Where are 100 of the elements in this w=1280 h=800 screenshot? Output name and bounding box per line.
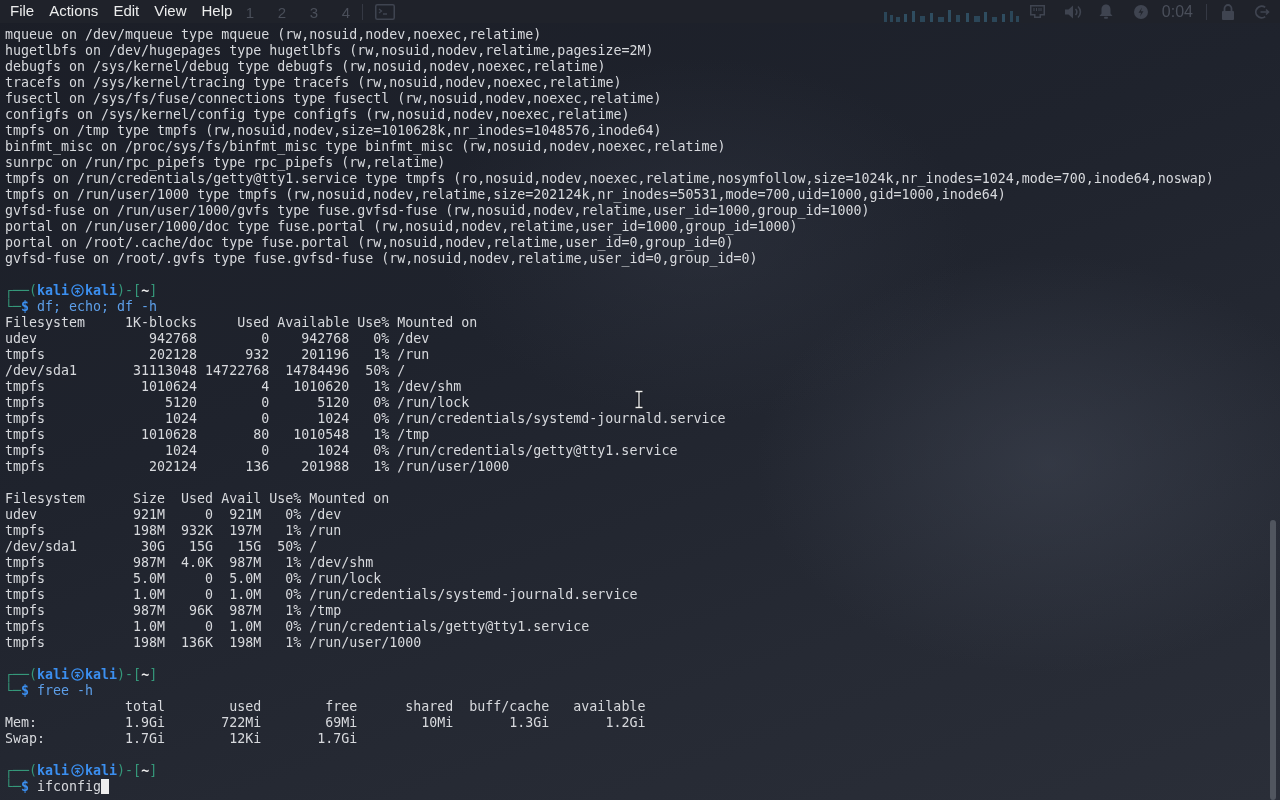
table-cell: 96K: [189, 603, 214, 618]
output-line: tmpfs on /run/credentials/getty@tty1.service type tmpfs (ro,nosuid,nodev,noexec,relatime,nosymfollow,size=1024k,nr_inodes=1024,mode=700,inode64,noswap): [5, 171, 1214, 187]
table-cell: 0%: [373, 411, 390, 426]
table-cell: 1.7Gi: [317, 731, 358, 746]
column-header: shared: [405, 699, 454, 714]
output-line: tracefs on /sys/kernel/tracing type tracefs (rw,nosuid,nodev,noexec,relatime): [5, 75, 622, 91]
table-cell: 80: [253, 427, 270, 442]
table-cell: tmpfs: [5, 523, 46, 538]
prompt-frame: ]: [149, 283, 158, 298]
table-cell: 1%: [373, 379, 390, 394]
table-cell: /dev/sda1: [5, 539, 78, 554]
text-cursor-icon: [634, 390, 644, 409]
table-cell: udev: [5, 507, 38, 522]
table-cell: /run/lock: [309, 571, 382, 586]
table-cell: 5.0M: [133, 571, 166, 586]
terminal-icon[interactable]: [375, 3, 395, 20]
menu-item[interactable]: Help: [193, 2, 240, 20]
bell-icon[interactable]: [1098, 4, 1113, 19]
table-cell: /run/credentials/getty@tty1.service: [309, 619, 590, 634]
table-cell: tmpfs: [5, 443, 46, 458]
table-cell: 1%: [285, 523, 302, 538]
volume-icon[interactable]: [1064, 4, 1082, 19]
table-cell: 1%: [373, 459, 390, 474]
table-cell: 1%: [373, 347, 390, 362]
circled-symbol-icon: [70, 764, 84, 777]
table-cell: 15G: [237, 539, 262, 554]
table-cell: tmpfs: [5, 459, 46, 474]
menu-item[interactable]: File: [2, 2, 42, 20]
table-cell: tmpfs: [5, 587, 46, 602]
table-cell: /run/user/1000: [397, 459, 510, 474]
network-icon[interactable]: [1029, 5, 1045, 18]
output-line: configfs on /sys/kernel/config type configfs (rw,nosuid,nodev,noexec,relatime): [5, 107, 630, 123]
table-cell: 1.3Gi: [509, 715, 550, 730]
lock-icon[interactable]: [1221, 3, 1235, 20]
prompt-frame: └─: [5, 779, 21, 794]
table-cell: 0: [205, 571, 214, 586]
table-cell: /run/user/1000: [309, 635, 422, 650]
table-cell: 14784496: [285, 363, 350, 378]
column-header: Used: [181, 491, 214, 506]
column-header: Use%: [269, 491, 302, 506]
table-cell: 198M: [133, 635, 166, 650]
prompt-sign: $: [21, 299, 30, 314]
prompt-frame: ]: [149, 667, 158, 682]
table-cell: 1.0M: [229, 619, 262, 634]
table-cell: 1.0M: [133, 587, 166, 602]
table-cell: 1024: [165, 443, 198, 458]
column-header: Use%: [357, 315, 390, 330]
output-line: gvfsd-fuse on /run/user/1000/gvfs type fuse.gvfsd-fuse (rw,nosuid,nodev,relatime,user_id=1000,group_id=1000): [5, 203, 870, 219]
output-line: sunrpc on /run/rpc_pipefs type rpc_pipefs (rw,relatime): [5, 155, 446, 171]
table-cell: 0: [205, 507, 214, 522]
table-cell: 1024: [165, 411, 198, 426]
table-cell: /: [309, 539, 318, 554]
prompt-host: kali: [85, 763, 118, 778]
column-header: Available: [277, 315, 350, 330]
menu-item[interactable]: Actions: [41, 2, 106, 20]
scrollbar-thumb[interactable]: [1270, 520, 1276, 800]
table-cell: 987M: [229, 555, 262, 570]
table-cell: 722Mi: [221, 715, 262, 730]
column-header: Mounted on: [309, 491, 390, 506]
table-cell: /dev: [397, 331, 430, 346]
table-cell: 0: [205, 587, 214, 602]
table-cell: 932K: [181, 523, 214, 538]
logout-icon[interactable]: [1255, 4, 1270, 19]
table-cell: 1.0M: [229, 587, 262, 602]
output-line: hugetlbfs on /dev/hugepages type hugetlbfs (rw,nosuid,nodev,relatime,pagesize=2M): [5, 43, 654, 59]
table-cell: tmpfs: [5, 571, 46, 586]
circled-symbol-icon: [70, 284, 84, 297]
table-cell: 1010624: [141, 379, 198, 394]
table-cell: 14722768: [205, 363, 270, 378]
table-cell: 12Ki: [229, 731, 262, 746]
table-cell: 5120: [165, 395, 198, 410]
table-cell: 202124: [149, 459, 198, 474]
table-cell: 1.7Gi: [125, 731, 166, 746]
command-text: ifconfig: [37, 779, 102, 794]
menu-item[interactable]: View: [146, 2, 194, 20]
column-header: 1K-blocks: [125, 315, 198, 330]
table-cell: /dev: [309, 507, 342, 522]
table-cell: 1.0M: [133, 619, 166, 634]
column-header: total: [125, 699, 166, 714]
table-cell: 1%: [285, 635, 302, 650]
prompt-directory: ~: [141, 763, 150, 778]
column-header: Used: [237, 315, 270, 330]
lightning-circle-icon[interactable]: [1133, 4, 1148, 19]
table-cell: 0: [261, 395, 270, 410]
menu-item[interactable]: Edit: [105, 2, 147, 20]
column-header: Avail: [221, 491, 262, 506]
table-cell: 0%: [373, 395, 390, 410]
table-cell: 1024: [317, 443, 350, 458]
table-cell: /dev/shm: [397, 379, 462, 394]
prompt-user: kali: [37, 667, 70, 682]
table-cell: 0%: [285, 619, 302, 634]
table-cell: 198M: [229, 635, 262, 650]
table-cell: 0%: [373, 443, 390, 458]
table-cell: /: [397, 363, 406, 378]
output-line: debugfs on /sys/kernel/debug type debugfs (rw,nosuid,nodev,noexec,relatime): [5, 59, 606, 75]
table-cell: /run/lock: [397, 395, 470, 410]
table-cell: 69Mi: [325, 715, 358, 730]
column-header: Filesystem: [5, 491, 86, 506]
column-header: Mounted on: [397, 315, 478, 330]
table-cell: tmpfs: [5, 347, 46, 362]
